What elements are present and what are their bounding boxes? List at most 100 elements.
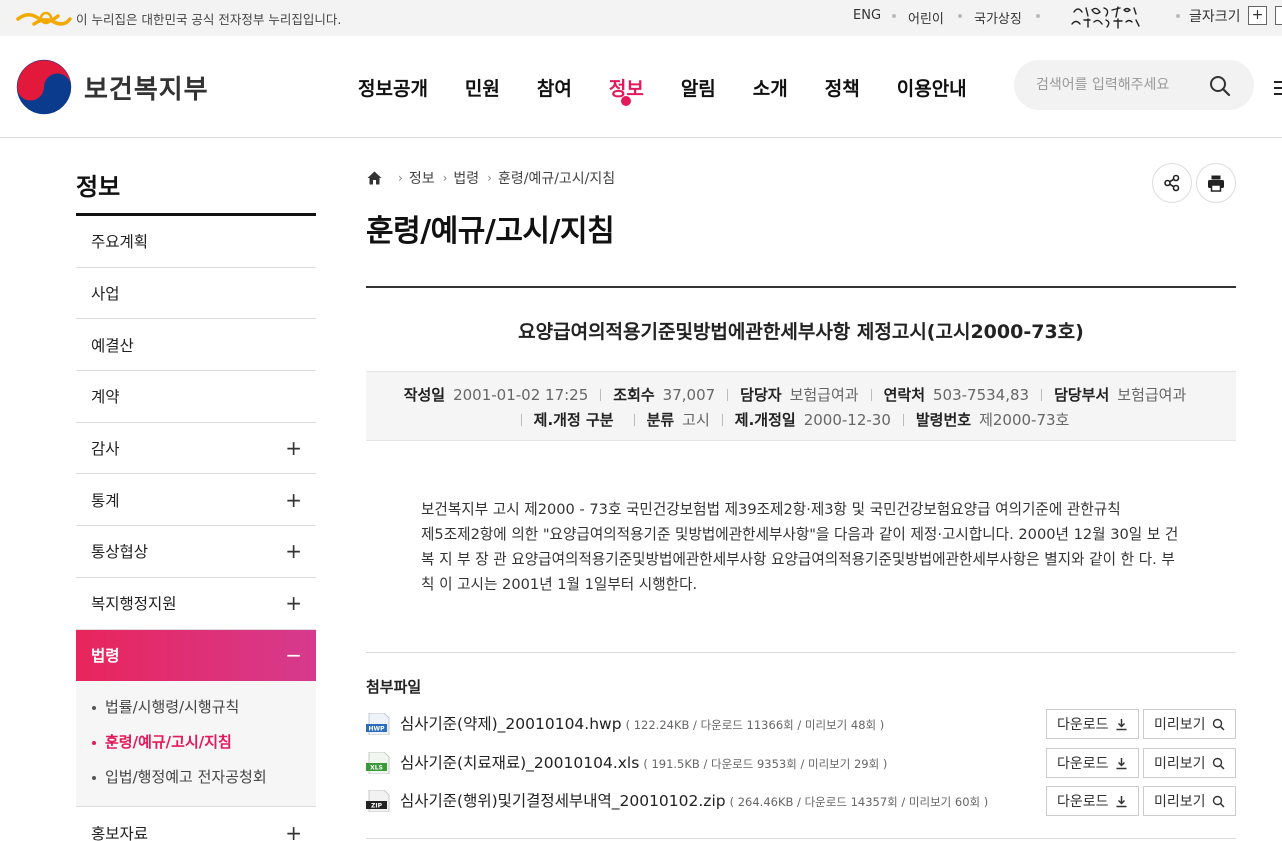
chevron-right-icon: › bbox=[398, 171, 403, 185]
post-meta: 작성일 2001-01-02 17:25 조회수 37,007 담당자 보험급여과 연… bbox=[366, 371, 1236, 441]
chevron-right-icon: › bbox=[487, 171, 492, 185]
sidebar-item-budget[interactable]: 예결산 bbox=[76, 319, 316, 372]
kids-link[interactable]: 어린이 bbox=[908, 8, 944, 27]
magnifier-icon bbox=[1212, 795, 1225, 808]
sidebar-subitem-public-hearing[interactable]: 입법/행정예고 전자공청회 bbox=[76, 763, 316, 798]
meta-value: 503-7534,83 bbox=[933, 385, 1030, 404]
download-icon bbox=[1116, 796, 1127, 808]
expand-plus-icon[interactable]: + bbox=[285, 488, 302, 512]
home-icon[interactable] bbox=[367, 171, 382, 185]
page-title: 훈령/예규/고시/지침 bbox=[366, 214, 615, 249]
divider bbox=[600, 388, 602, 401]
hwp-file-icon: HWP bbox=[366, 713, 390, 735]
preview-button[interactable]: 미리보기 bbox=[1143, 748, 1236, 778]
expand-plus-icon[interactable]: + bbox=[285, 821, 302, 841]
sidebar-item-audit[interactable]: 감사 + bbox=[76, 423, 316, 475]
meta-value: 37,007 bbox=[662, 385, 716, 404]
national-symbols-link[interactable]: 국가상징 bbox=[974, 8, 1022, 27]
font-size-label: 글자크기 bbox=[1189, 9, 1241, 25]
search-icon[interactable] bbox=[1208, 74, 1232, 98]
post-body-line: 제5조제2항에 의한 "요양급여의적용기준 및방법에관한세부사항"을 다음과 같… bbox=[421, 526, 1179, 543]
separator-dot bbox=[892, 14, 896, 18]
attachment-name[interactable]: 심사기준(치료재료)_20010104.xls( 191.5KB / 다운로드 … bbox=[400, 751, 887, 773]
expand-plus-icon[interactable]: + bbox=[285, 591, 302, 615]
magnifier-icon bbox=[1212, 757, 1225, 770]
divider bbox=[366, 652, 1236, 653]
post-title: 요양급여의적용기준및방법에관한세부사항 제정고시(고시2000-73호) bbox=[518, 321, 1084, 343]
print-button[interactable] bbox=[1196, 163, 1236, 203]
sidebar-subitem-directives[interactable]: 훈령/예규/고시/지침 bbox=[76, 728, 316, 763]
divider bbox=[727, 388, 729, 401]
eng-link[interactable]: ENG bbox=[853, 8, 881, 23]
preview-button[interactable]: 미리보기 bbox=[1143, 786, 1236, 816]
nav-policy[interactable]: 정책 bbox=[825, 74, 860, 101]
attachment-info: ( 264.46KB / 다운로드 14357회 / 미리보기 60회 ) bbox=[729, 795, 989, 809]
meta-contact: 연락처 503-7534,83 bbox=[870, 384, 1030, 405]
meta-label: 분류 bbox=[646, 411, 675, 429]
preview-button[interactable]: 미리보기 bbox=[1143, 709, 1236, 739]
breadcrumb-item[interactable]: 법령 bbox=[453, 168, 479, 188]
meta-label: 제.개정일 bbox=[734, 411, 796, 429]
breadcrumb-item[interactable]: 정보 bbox=[409, 168, 435, 188]
nav-participation[interactable]: 참여 bbox=[537, 74, 572, 101]
search-input[interactable] bbox=[1036, 73, 1206, 97]
attachment-name[interactable]: 심사기준(약제)_20010104.hwp( 122.24KB / 다운로드 1… bbox=[400, 712, 884, 734]
nav-civil-service[interactable]: 민원 bbox=[465, 74, 500, 101]
expand-plus-icon[interactable]: + bbox=[285, 436, 302, 460]
meta-views: 조회수 37,007 bbox=[600, 384, 715, 405]
sidebar-item-main-plans[interactable]: 주요계획 bbox=[76, 216, 316, 268]
share-button[interactable] bbox=[1152, 163, 1192, 203]
meta-category: 분류 고시 bbox=[633, 409, 710, 430]
meta-value: 고시 bbox=[682, 411, 710, 429]
main-nav: 정보공개 민원 참여 정보 알림 소개 정책 이용안내 bbox=[358, 74, 1004, 101]
divider bbox=[366, 838, 1236, 839]
sidebar-item-label: 법령 bbox=[91, 647, 120, 666]
separator-dot bbox=[958, 14, 962, 18]
sidebar-item-label: 통상협상 bbox=[91, 543, 149, 562]
expand-plus-icon[interactable]: + bbox=[285, 539, 302, 563]
nav-guide[interactable]: 이용안내 bbox=[897, 74, 967, 101]
sidebar-item-contracts[interactable]: 계약 bbox=[76, 371, 316, 423]
download-button[interactable]: 다운로드 bbox=[1046, 748, 1139, 778]
meta-value: 보험급여과 bbox=[1117, 386, 1187, 404]
breadcrumb-item-current: 훈령/예규/고시/지침 bbox=[497, 171, 616, 187]
divider bbox=[870, 388, 872, 401]
meta-label: 작성일 bbox=[403, 386, 446, 404]
sidebar-submenu: 법률/시행령/시행규칙 훈령/예규/고시/지침 입법/행정예고 전자공청회 bbox=[76, 681, 316, 808]
collapse-minus-icon[interactable]: − bbox=[285, 643, 302, 667]
sidebar-item-pr-materials[interactable]: 홍보자료 + bbox=[76, 807, 316, 841]
font-decrease-button[interactable]: - bbox=[1275, 6, 1282, 25]
meta-value: 보험급여과 bbox=[789, 386, 859, 404]
chevron-right-icon: › bbox=[442, 171, 448, 185]
zip-file-icon: ZIP bbox=[366, 790, 390, 812]
svg-text:HWP: HWP bbox=[368, 726, 385, 733]
nav-about[interactable]: 소개 bbox=[753, 74, 788, 101]
nav-notice[interactable]: 알림 bbox=[681, 74, 716, 101]
sidebar-subitem-acts[interactable]: 법률/시행령/시행규칙 bbox=[76, 693, 316, 728]
gov-banner: 이 누리집은 대한민국 공식 전자정부 누리집입니다. ENG 어린이 국가상징… bbox=[0, 0, 1282, 36]
hamburger-menu-icon[interactable] bbox=[1272, 79, 1282, 97]
download-button[interactable]: 다운로드 bbox=[1046, 786, 1139, 816]
divider bbox=[633, 413, 635, 426]
meta-value: 2001-01-02 17:25 bbox=[453, 385, 589, 404]
search-box bbox=[1014, 60, 1254, 110]
sidebar-item-statistics[interactable]: 통계 + bbox=[76, 474, 316, 527]
sidebar-item-label: 통계 bbox=[91, 491, 120, 510]
meta-label: 담당자 bbox=[740, 386, 782, 404]
attachment-name[interactable]: 심사기준(행위)및기결정세부내역_20010102.zip( 264.46KB … bbox=[400, 789, 988, 811]
sidebar-item-welfare-admin[interactable]: 복지행정지원 + bbox=[76, 578, 316, 630]
sidebar-item-projects[interactable]: 사업 bbox=[76, 268, 316, 320]
sidebar-item-laws[interactable]: 법령 − bbox=[76, 629, 316, 682]
site-header: 보건복지부 정보공개 민원 참여 정보 알림 소개 정책 이용안내 bbox=[0, 36, 1282, 138]
font-increase-button[interactable]: + bbox=[1248, 6, 1267, 25]
nav-info-disclosure[interactable]: 정보공개 bbox=[358, 74, 428, 101]
attachment-row: XLS 심사기준(치료재료)_20010104.xls( 191.5KB / 다… bbox=[366, 748, 1236, 778]
download-button[interactable]: 다운로드 bbox=[1046, 709, 1139, 739]
meta-value: 제2000-73호 bbox=[979, 411, 1070, 429]
meta-value: 2000-12-30 bbox=[803, 410, 891, 429]
brand-logo[interactable]: 보건복지부 bbox=[16, 59, 209, 115]
sidebar-item-label: 예결산 bbox=[91, 336, 134, 355]
side-nav: 주요계획 사업 예결산 계약 감사 + 통계 + 통상협상 + 복지행정지원 + 법령 −… bbox=[76, 216, 316, 841]
sidebar-item-trade[interactable]: 통상협상 + bbox=[76, 526, 316, 578]
attachment-row: ZIP 심사기준(행위)및기결정세부내역_20010102.zip( 264.4… bbox=[366, 786, 1236, 816]
